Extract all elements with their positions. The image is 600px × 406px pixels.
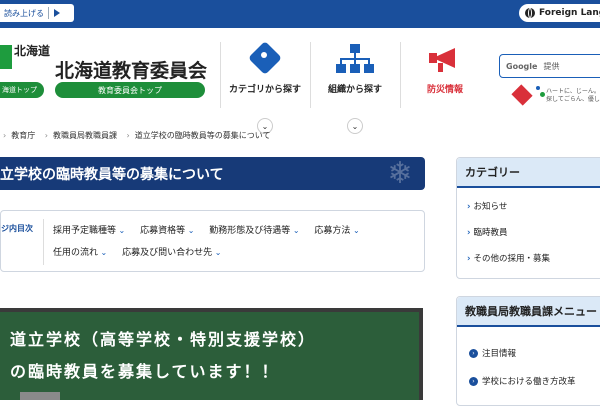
toc-link[interactable]: 任用の流れ: [53, 248, 107, 258]
globe-icon: [525, 8, 535, 18]
tag-icon: [247, 41, 283, 76]
snowflake-icon: ❄: [387, 156, 413, 191]
hokkaido-name[interactable]: 北海道: [14, 42, 50, 59]
site-title[interactable]: 北海道教育委員会: [55, 56, 207, 83]
breadcrumb: › 教育庁 › 教職員局教職員課 › 道立学校の臨時教員等の募集について: [3, 131, 271, 140]
toc-row: 任用の流れ 応募及び問い合わせ先: [53, 245, 233, 258]
page-title-bar: 立学校の臨時教員等の募集について: [0, 157, 425, 190]
read-aloud-button[interactable]: 読み上げる: [0, 4, 74, 22]
sidebar-item-label: 注目情報: [482, 349, 517, 359]
recruitment-banner-image: 道立学校（高等学校・特別支援学校） の臨時教員を募集しています！！: [0, 308, 423, 400]
site-header: 北海道 海道トップ 北海道教育委員会 教育委員会トップ カテゴリから探す ⌄ 組…: [0, 28, 600, 134]
toc-row: 採用予定職種等 応募資格等 勤務形態及び待遇等 応募方法: [53, 223, 372, 236]
foreign-language-button[interactable]: Foreign Lang: [519, 4, 600, 22]
page-title: 立学校の臨時教員等の募集について: [0, 166, 224, 183]
sidebar-category-panel: カテゴリー お知らせ 臨時教員 その他の採用・募集: [456, 157, 600, 279]
divider: [43, 219, 44, 265]
board-top-link[interactable]: 教育委員会トップ: [55, 82, 205, 98]
mascot-slogan: ハートに、じーん。 探してごらん、優し: [546, 88, 600, 103]
toc-link[interactable]: 応募方法: [314, 226, 359, 236]
sidebar-item-other-recruitment[interactable]: その他の採用・募集: [467, 252, 551, 264]
sidebar-item-label: 学校における働き方改革: [482, 377, 576, 387]
chevron-right-icon: ›: [469, 376, 478, 386]
page-toc: ジ内目次 採用予定職種等 応募資格等 勤務形態及び待遇等 応募方法 任用の流れ …: [0, 210, 425, 272]
nav-disaster-info-label: 防災情報: [426, 85, 463, 95]
hokkaido-top-link[interactable]: 海道トップ: [0, 82, 44, 98]
breadcrumb-current: 道立学校の臨時教員等の募集について: [134, 131, 271, 140]
chevron-right-icon: ›: [469, 348, 478, 358]
read-aloud-label: 読み上げる: [4, 8, 44, 18]
toc-link[interactable]: 応募資格等: [140, 226, 194, 236]
divider: [310, 42, 311, 108]
sidebar-item-temp-teachers[interactable]: 臨時教員: [467, 226, 508, 238]
sidebar-menu-title: 教職員局教職員課メニュー: [457, 297, 600, 327]
megaphone-icon: [425, 42, 465, 76]
toc-link[interactable]: 勤務形態及び待遇等: [209, 226, 299, 236]
nav-organization-label: 組織から探す: [327, 85, 382, 95]
nav-category-label: カテゴリから探す: [228, 85, 301, 95]
toc-link[interactable]: 応募及び問い合わせ先: [122, 248, 221, 258]
google-logo: Google: [506, 61, 538, 71]
divider: [220, 42, 221, 108]
breadcrumb-item[interactable]: 教職員局教職員課: [53, 131, 117, 140]
foreign-language-label: Foreign Lang: [539, 8, 600, 18]
nav-disaster-info-button[interactable]: 防災情報: [402, 42, 488, 108]
sidebar-item-featured[interactable]: › 注目情報: [469, 347, 516, 359]
sidebar-item-work-reform[interactable]: › 学校における働き方改革: [469, 375, 576, 387]
divider: [48, 7, 49, 19]
nav-category-button[interactable]: カテゴリから探す ⌄: [222, 41, 308, 134]
toc-link[interactable]: 採用予定職種等: [53, 226, 125, 236]
hokkaido-logo[interactable]: [0, 45, 12, 69]
banner-line1: 道立学校（高等学校・特別支援学校）: [10, 330, 317, 349]
sidebar-menu-panel: 教職員局教職員課メニュー › 注目情報 › 学校における働き方改革: [456, 296, 600, 406]
nav-organization-button[interactable]: 組織から探す ⌄: [312, 42, 398, 134]
play-icon[interactable]: [54, 9, 60, 17]
toc-label: ジ内目次: [1, 224, 33, 233]
banner-line2: の臨時教員を募集しています！！: [10, 362, 280, 381]
divider: [400, 42, 401, 108]
org-chart-icon: [335, 42, 375, 76]
breadcrumb-item[interactable]: 教育庁: [11, 131, 35, 140]
sidebar-item-news[interactable]: お知らせ: [467, 200, 508, 212]
eraser-graphic: [20, 392, 60, 400]
search-input[interactable]: Google 提供: [499, 54, 600, 78]
search-placeholder: 提供: [543, 61, 560, 71]
sidebar-category-title: カテゴリー: [457, 158, 600, 188]
top-bar: 読み上げる Foreign Lang: [0, 0, 600, 28]
